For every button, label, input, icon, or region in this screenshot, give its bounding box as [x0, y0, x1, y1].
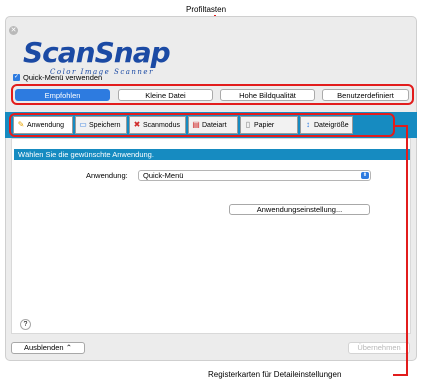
scansnap-logo: ScanSnap — [23, 36, 171, 69]
detail-tabs-highlight — [9, 113, 395, 137]
application-select-value: Quick-Menü — [143, 171, 184, 180]
application-select[interactable]: Quick-Menü ⬍ — [138, 170, 371, 181]
settings-panel — [11, 138, 411, 334]
select-arrows-icon: ⬍ — [361, 172, 369, 179]
profile-high-quality-button[interactable]: Hohe Bildqualität — [220, 89, 315, 101]
hide-button-label: Ausblenden — [23, 343, 64, 352]
panel-header: Wählen Sie die gewünschte Anwendung. — [14, 149, 410, 160]
quick-menu-label: Quick-Menü verwenden — [23, 73, 103, 82]
apply-button[interactable]: Übernehmen — [348, 342, 410, 354]
help-icon[interactable]: ? — [20, 319, 31, 330]
profile-small-file-button[interactable]: Kleine Datei — [118, 89, 213, 101]
callout-line-tabs-bottom — [393, 374, 408, 376]
quick-menu-checkbox[interactable]: ✓ Quick-Menü verwenden — [13, 73, 102, 82]
chevron-up-icon: ⌃ — [65, 343, 72, 352]
callout-detail-tabs: Registerkarten für Detaileinstellungen — [208, 370, 342, 379]
callout-profile-keys: Profiltasten — [186, 5, 227, 14]
profile-custom-button[interactable]: Benutzerdefiniert — [322, 89, 409, 101]
callout-line-tabs-vertical — [406, 125, 408, 376]
application-label: Anwendung: — [86, 171, 128, 180]
application-settings-button[interactable]: Anwendungseinstellung... — [229, 204, 370, 215]
checkmark-icon: ✓ — [13, 74, 20, 81]
profile-recommended-button[interactable]: Empfohlen — [15, 89, 110, 101]
close-icon[interactable]: ✕ — [9, 26, 18, 35]
hide-button[interactable]: Ausblenden ⌃ — [11, 342, 85, 354]
